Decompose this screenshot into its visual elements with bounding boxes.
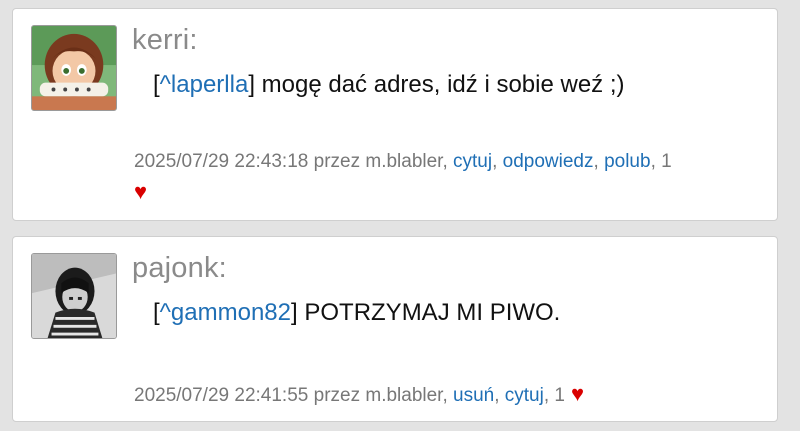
like-count: 1 [554, 385, 565, 406]
quote-link[interactable]: cytuj [505, 385, 544, 406]
comment-meta: 2025/07/29 22:41:55 przez m.blabler, usu… [134, 381, 585, 406]
comment-username[interactable]: kerri: [132, 24, 198, 57]
comment-username[interactable]: pajonk: [132, 252, 227, 285]
comment-message: [^gammon82] POTRZYMAJ MI PIWO. [153, 299, 560, 327]
comment-meta: 2025/07/29 22:43:18 przez m.blabler, cyt… [134, 151, 672, 172]
comment-author: przez m.blabler, [308, 385, 454, 406]
comment-card: pajonk: [^gammon82] POTRZYMAJ MI PIWO. 2… [12, 236, 778, 422]
user-avatar[interactable] [31, 25, 117, 111]
mention-bracket-close: ] [248, 71, 255, 98]
heart-icon: ♥ [134, 179, 148, 204]
heart-icon: ♥ [571, 381, 585, 406]
comment-author: przez m.blabler, [308, 151, 454, 172]
reply-link[interactable]: odpowiedz [503, 151, 594, 172]
user-avatar[interactable] [31, 253, 117, 339]
quote-link[interactable]: cytuj [453, 151, 492, 172]
comment-message: [^laperlla] mogę dać adres, idź i sobie … [153, 71, 625, 99]
comment-card: kerri: [^laperlla] mogę dać adres, idź i… [12, 8, 778, 221]
avatar-image-icon [32, 26, 116, 110]
comment-timestamp: 2025/07/29 22:43:18 [134, 151, 309, 172]
message-text: POTRZYMAJ MI PIWO. [297, 299, 561, 326]
like-link[interactable]: polub [604, 151, 651, 172]
avatar-image-icon [32, 254, 116, 338]
mention-link[interactable]: ^gammon82 [160, 299, 291, 326]
mention-bracket-open: [ [153, 71, 160, 98]
message-text: mogę dać adres, idź i sobie weź ;) [254, 71, 625, 98]
mention-link[interactable]: ^laperlla [160, 71, 249, 98]
mention-bracket-close: ] [291, 299, 298, 326]
mention-bracket-open: [ [153, 299, 160, 326]
comment-timestamp: 2025/07/29 22:41:55 [134, 385, 309, 406]
delete-link[interactable]: usuń [453, 385, 494, 406]
like-count: 1 [661, 151, 672, 172]
